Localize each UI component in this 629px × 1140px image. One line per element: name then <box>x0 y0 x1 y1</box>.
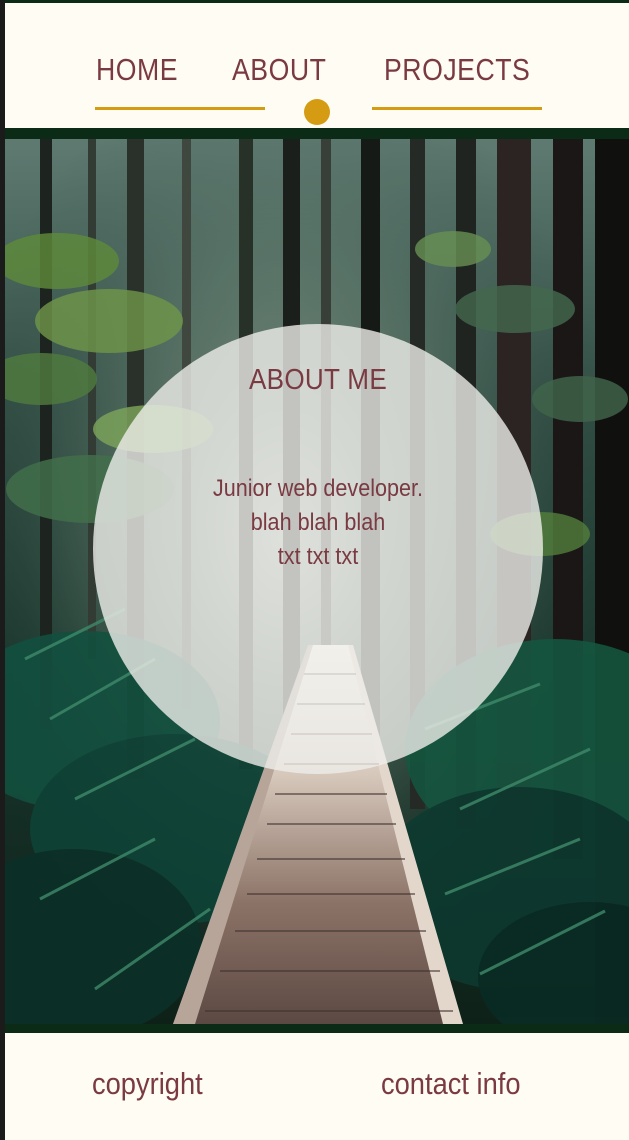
nav-underline-left <box>95 107 265 110</box>
about-line-1: Junior web developer. <box>212 475 424 502</box>
nav-projects-link[interactable]: PROJECTS <box>384 48 530 92</box>
about-line-2: blah blah blah <box>250 509 386 536</box>
about-title: ABOUT ME <box>248 364 388 396</box>
page: HOME ABOUT PROJECTS ABOUT ME Junior web … <box>5 0 629 1140</box>
main-navigation: HOME ABOUT PROJECTS <box>5 3 629 128</box>
about-description: Junior web developer. blah blah blah txt… <box>116 472 521 574</box>
contact-info-link[interactable]: contact info <box>381 1064 521 1104</box>
active-page-indicator <box>304 99 330 125</box>
copyright-link[interactable]: copyright <box>92 1064 203 1104</box>
about-me-panel: ABOUT ME Junior web developer. blah blah… <box>93 324 543 774</box>
nav-about-link[interactable]: ABOUT <box>232 48 326 92</box>
about-line-3: txt txt txt <box>277 543 359 570</box>
nav-home-link[interactable]: HOME <box>96 48 178 92</box>
site-footer: copyright contact info <box>5 1033 629 1140</box>
nav-underline-right <box>372 107 542 110</box>
